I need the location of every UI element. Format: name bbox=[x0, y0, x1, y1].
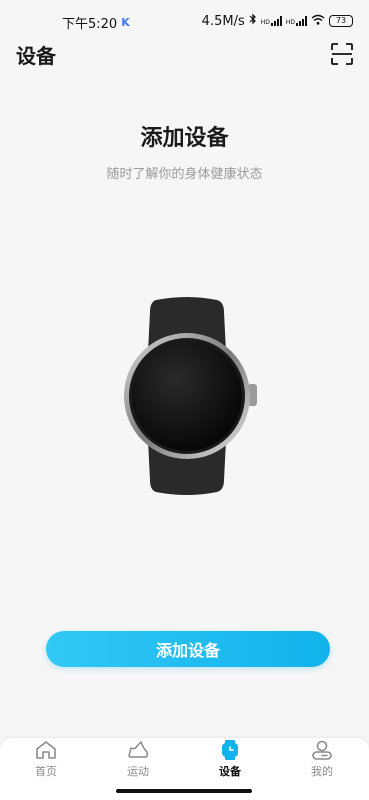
network-speed: 4.5M/s bbox=[201, 13, 245, 29]
tab-profile[interactable]: 我的 bbox=[292, 740, 352, 784]
home-icon bbox=[36, 741, 56, 759]
wifi-icon bbox=[311, 14, 325, 29]
tab-sport[interactable]: 运动 bbox=[108, 740, 168, 784]
tab-sport-label: 运动 bbox=[127, 765, 149, 778]
app-notification-icon: K bbox=[121, 16, 130, 29]
tab-home-label: 首页 bbox=[35, 765, 57, 778]
tab-device[interactable]: 设备 bbox=[200, 740, 260, 784]
signal-icon-1: HD bbox=[261, 16, 282, 26]
tab-home[interactable]: 首页 bbox=[16, 740, 76, 784]
watch-icon bbox=[222, 740, 238, 760]
battery-icon: 73 bbox=[329, 15, 353, 27]
status-right: 4.5M/s HD HD 73 bbox=[202, 13, 353, 29]
scan-icon bbox=[331, 43, 353, 65]
shoe-icon bbox=[128, 741, 149, 758]
status-bar: 下午5:20 K 4.5M/s HD HD 73 bbox=[0, 0, 369, 40]
add-device-button[interactable]: 添加设备 bbox=[46, 631, 330, 667]
smartwatch-illustration bbox=[116, 296, 258, 496]
home-indicator[interactable] bbox=[116, 789, 252, 793]
profile-icon bbox=[312, 740, 332, 760]
page-title: 设备 bbox=[16, 44, 56, 68]
bluetooth-icon bbox=[249, 13, 257, 29]
header: 设备 bbox=[0, 40, 369, 70]
tab-device-label: 设备 bbox=[219, 765, 241, 778]
hero-title: 添加设备 bbox=[140, 126, 229, 151]
tab-profile-label: 我的 bbox=[311, 765, 333, 778]
signal-icon-2: HD bbox=[286, 16, 307, 26]
hero-subtitle: 随时了解你的身体健康状态 bbox=[106, 167, 263, 182]
status-left: 下午5:20 K bbox=[62, 13, 130, 32]
status-time: 下午5:20 bbox=[62, 17, 118, 32]
signal-label-1: HD bbox=[260, 19, 270, 26]
scan-button[interactable] bbox=[331, 43, 353, 65]
signal-label-2: HD bbox=[285, 19, 295, 26]
